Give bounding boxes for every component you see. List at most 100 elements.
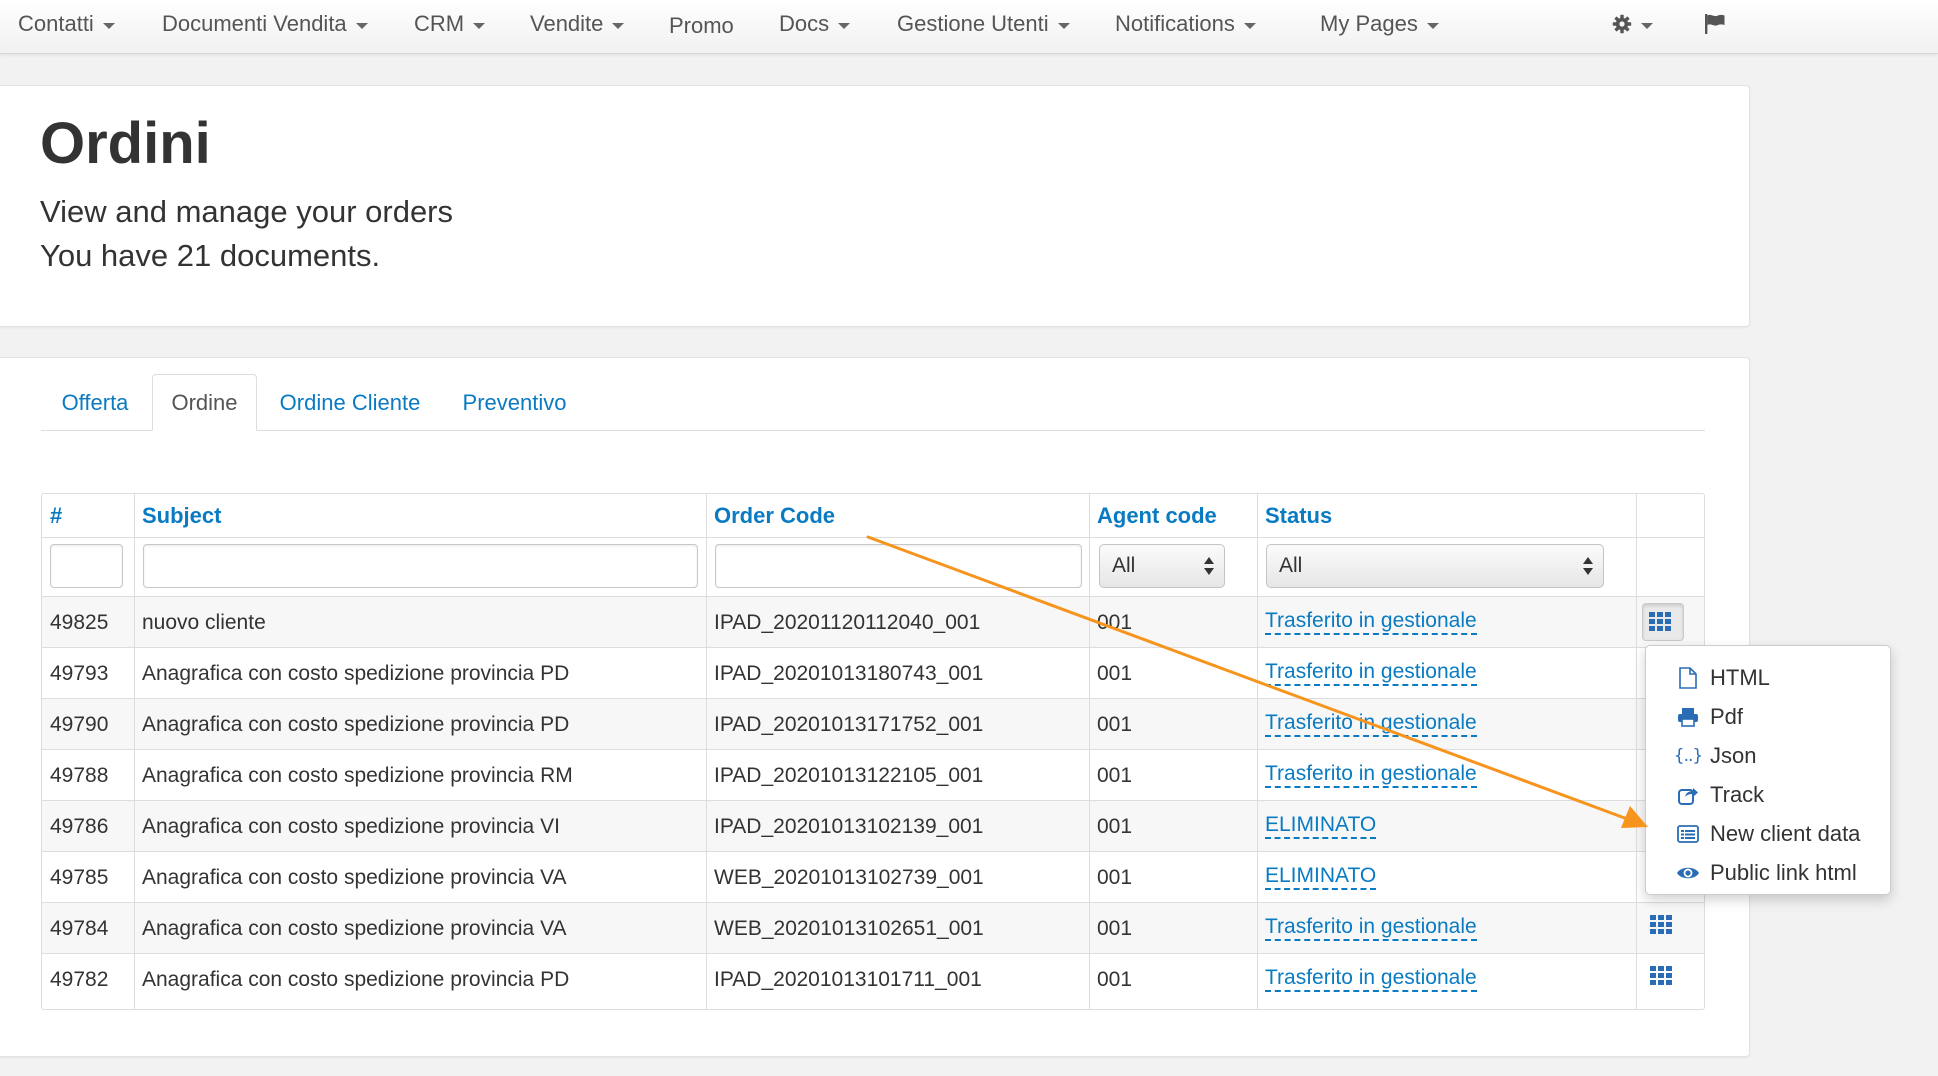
menu-item-label: Track — [1710, 781, 1765, 807]
menu-item-label: New client data — [1710, 820, 1861, 846]
cell-subject: Anagrafica con costo spedizione provinci… — [142, 712, 570, 736]
cell-agent-code: 001 — [1097, 967, 1133, 991]
row-divider — [42, 749, 1704, 750]
row-divider — [42, 851, 1704, 852]
caret-down-icon — [1057, 22, 1070, 29]
cell-subject: nuovo cliente — [142, 610, 266, 634]
nav-label: Documenti Vendita — [162, 11, 347, 36]
nav-notifications[interactable]: Notifications — [1115, 0, 1256, 48]
share-icon — [1676, 784, 1700, 806]
status-link[interactable]: Trasferito in gestionale — [1265, 610, 1477, 635]
tab-ordine-cliente[interactable]: Ordine Cliente — [270, 374, 430, 431]
table-row: 49784 Anagrafica con costo spedizione pr… — [42, 903, 1704, 954]
column-divider — [706, 494, 707, 1009]
nav-docs[interactable]: Docs — [779, 0, 851, 48]
nav-promo[interactable]: Promo — [669, 2, 734, 50]
flag-menu[interactable] — [1704, 0, 1726, 48]
cell-agent-code: 001 — [1097, 916, 1133, 940]
cell-agent-code: 001 — [1097, 610, 1133, 634]
menu-item-html[interactable]: HTML — [1646, 658, 1890, 697]
menu-item-new-client-data[interactable]: New client data — [1646, 814, 1890, 853]
eye-icon — [1676, 862, 1700, 884]
flag-icon — [1704, 14, 1726, 34]
column-divider — [134, 494, 135, 1009]
row-divider — [42, 953, 1704, 954]
status-link[interactable]: Trasferito in gestionale — [1265, 712, 1477, 737]
nav-crm[interactable]: CRM — [414, 0, 486, 48]
row-divider — [42, 698, 1704, 699]
nav-documenti-vendita[interactable]: Documenti Vendita — [162, 0, 368, 48]
actions-menu-button[interactable] — [1650, 915, 1680, 941]
th-icon — [1650, 966, 1672, 985]
status-link[interactable]: Trasferito in gestionale — [1265, 661, 1477, 686]
status-link[interactable]: Trasferito in gestionale — [1265, 916, 1477, 941]
caret-down-icon — [838, 22, 851, 29]
cell-order-code: WEB_20201013102739_001 — [714, 865, 984, 889]
cell-status: Trasferito in gestionale — [1257, 954, 1637, 1005]
table-row: 49786 Anagrafica con costo spedizione pr… — [42, 801, 1704, 852]
cell-subject: Anagrafica con costo spedizione provinci… — [142, 814, 560, 838]
column-header-status[interactable]: Status — [1257, 494, 1636, 537]
th-icon — [1650, 915, 1672, 934]
cell-subject: Anagrafica con costo spedizione provinci… — [142, 763, 573, 787]
menu-item-public-link-html[interactable]: Public link html — [1646, 853, 1890, 892]
row-divider — [42, 537, 1704, 538]
status-link[interactable]: ELIMINATO — [1265, 865, 1377, 890]
tab-label: Offerta — [61, 389, 129, 415]
column-header-order-code[interactable]: Order Code — [706, 494, 1089, 537]
nav-label: Vendite — [530, 11, 604, 36]
cell-status: Trasferito in gestionale — [1257, 699, 1637, 750]
status-link[interactable]: ELIMINATO — [1265, 814, 1377, 839]
file-icon — [1676, 666, 1700, 689]
menu-item-label: Public link html — [1710, 859, 1857, 885]
select-value: All — [1279, 554, 1303, 577]
table-row: 49793 Anagrafica con costo spedizione pr… — [42, 648, 1704, 699]
print-icon — [1676, 706, 1700, 728]
cell-agent-code: 001 — [1097, 865, 1133, 889]
column-header-id[interactable]: # — [42, 494, 134, 537]
cell-status: ELIMINATO — [1257, 801, 1637, 852]
cell-id: 49785 — [50, 865, 109, 889]
cell-subject: Anagrafica con costo spedizione provinci… — [142, 661, 570, 685]
column-divider — [1636, 494, 1637, 1009]
nav-label: Contatti — [18, 11, 94, 36]
filter-agent-code-select[interactable]: All — [1099, 544, 1225, 588]
menu-item-track[interactable]: Track — [1646, 775, 1890, 814]
table-row: 49790 Anagrafica con costo spedizione pr… — [42, 699, 1704, 750]
tab-ordine[interactable]: Ordine — [152, 374, 257, 431]
column-divider — [1089, 494, 1090, 1009]
nav-vendite[interactable]: Vendite — [530, 0, 625, 48]
tab-label: Ordine Cliente — [279, 389, 421, 415]
column-divider — [1257, 494, 1258, 1009]
cell-status: Trasferito in gestionale — [1257, 597, 1637, 648]
tab-offerta[interactable]: Offerta — [48, 374, 142, 431]
cell-status: Trasferito in gestionale — [1257, 903, 1637, 954]
status-link[interactable]: Trasferito in gestionale — [1265, 967, 1477, 992]
actions-menu-button[interactable] — [1642, 603, 1684, 641]
cell-order-code: IPAD_20201013171752_001 — [714, 712, 984, 736]
column-header-subject[interactable]: Subject — [134, 494, 706, 537]
top-navbar: Contatti Documenti Vendita CRM Vendite P… — [0, 0, 1938, 54]
filter-id-input[interactable] — [50, 544, 123, 588]
row-divider — [42, 647, 1704, 648]
json-icon: {..} — [1673, 745, 1703, 766]
menu-item-json[interactable]: {..} Json — [1646, 736, 1890, 775]
nav-label: Notifications — [1115, 11, 1235, 36]
tab-preventivo[interactable]: Preventivo — [452, 374, 577, 431]
settings-menu[interactable] — [1612, 0, 1653, 48]
menu-item-pdf[interactable]: Pdf — [1646, 697, 1890, 736]
column-header-agent-code[interactable]: Agent code — [1089, 494, 1257, 537]
filter-status-select[interactable]: All — [1266, 544, 1604, 588]
filter-order-code-input[interactable] — [715, 544, 1082, 588]
status-link[interactable]: Trasferito in gestionale — [1265, 763, 1477, 788]
select-arrows-icon — [1583, 555, 1593, 577]
page-title: Ordini — [40, 111, 211, 176]
actions-menu-button[interactable] — [1650, 966, 1680, 992]
table-row: 49785 Anagrafica con costo spedizione pr… — [42, 852, 1704, 903]
nav-label: My Pages — [1320, 11, 1418, 36]
cell-order-code: IPAD_20201120112040_001 — [714, 610, 981, 634]
nav-contatti[interactable]: Contatti — [18, 0, 115, 48]
nav-gestione-utenti[interactable]: Gestione Utenti — [897, 0, 1070, 48]
nav-my-pages[interactable]: My Pages — [1320, 0, 1439, 48]
filter-subject-input[interactable] — [143, 544, 698, 588]
